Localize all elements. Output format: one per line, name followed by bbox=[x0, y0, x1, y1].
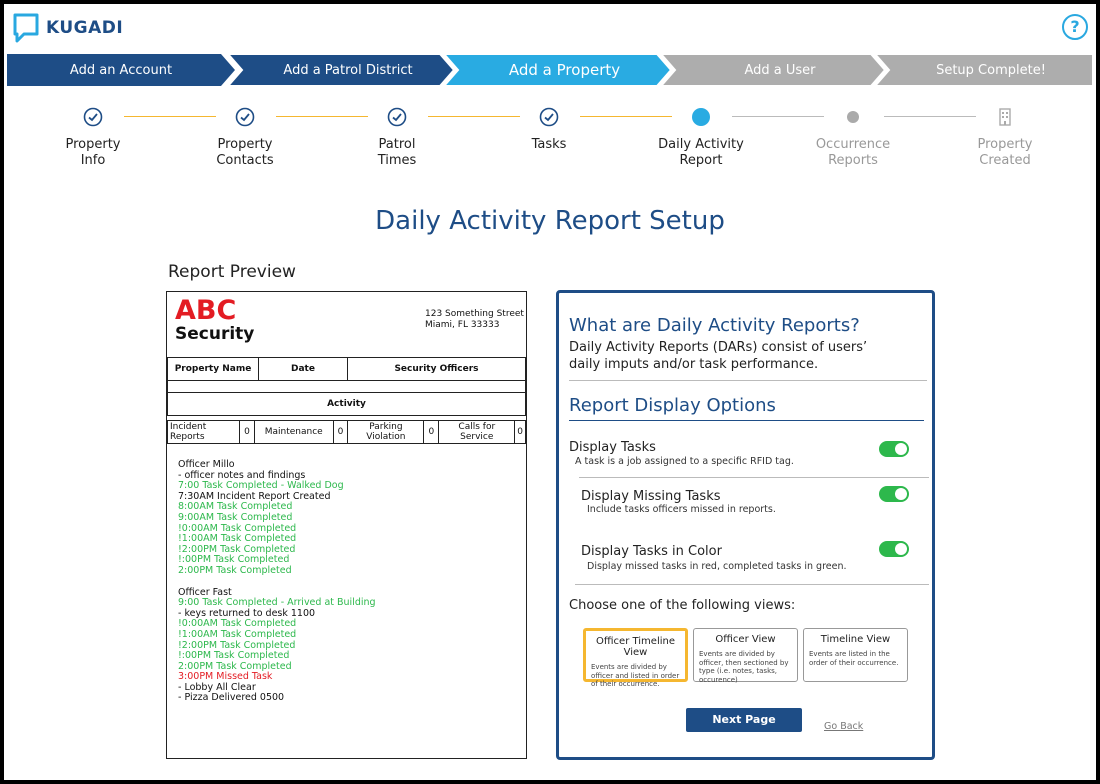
count-value: 0 bbox=[239, 420, 255, 444]
display-color-desc: Display missed tasks in red, completed t… bbox=[587, 561, 847, 572]
company-address: 123 Something Street Miami, FL 33333 bbox=[425, 309, 524, 330]
log-entry: 9:00AM Task Completed bbox=[178, 511, 293, 523]
log-entry: 2:00PM Task Completed bbox=[178, 564, 292, 576]
display-tasks-label: Display Tasks bbox=[569, 440, 656, 455]
check-circle-icon bbox=[387, 107, 407, 127]
activity-counts-table: Incident Reports 0 Maintenance 0 Parking… bbox=[166, 420, 526, 444]
next-page-button[interactable]: Next Page bbox=[686, 708, 802, 732]
view-option-officer[interactable]: Officer View Events are divided by offic… bbox=[693, 628, 798, 684]
log-spacer bbox=[178, 577, 376, 588]
help-icon[interactable]: ? bbox=[1062, 14, 1088, 40]
substep-label: Daily Activity Report bbox=[658, 137, 744, 168]
go-back-link[interactable]: Go Back bbox=[824, 721, 863, 732]
count-label: Maintenance bbox=[253, 420, 334, 444]
logo-abc: ABC bbox=[175, 295, 237, 326]
report-preview: ABC Security 123 Something Street Miami,… bbox=[166, 291, 527, 759]
substep-label: Property Info bbox=[65, 137, 121, 168]
view-option-desc: Events are listed in the order of their … bbox=[809, 650, 899, 667]
wizard-step-add-property[interactable]: Add a Property bbox=[458, 54, 671, 86]
display-color-toggle[interactable] bbox=[879, 541, 909, 557]
view-option-officer-timeline[interactable]: Officer Timeline View Events are divided… bbox=[583, 628, 688, 688]
options-title: Report Display Options bbox=[569, 395, 776, 416]
display-color-label: Display Tasks in Color bbox=[581, 544, 722, 559]
check-circle-icon bbox=[83, 107, 103, 127]
view-option-desc: Events are divided by officer, then sect… bbox=[699, 650, 789, 684]
view-option-title: Officer View bbox=[715, 634, 776, 645]
wizard-progress: Add an Account Add a Patrol District Add… bbox=[7, 54, 1093, 86]
count-label: Parking Violation bbox=[347, 420, 425, 444]
display-missing-toggle[interactable] bbox=[879, 486, 909, 502]
view-option-desc: Events are divided by officer and listed… bbox=[591, 663, 680, 688]
display-missing-desc: Include tasks officers missed in reports… bbox=[587, 504, 776, 515]
view-option-title: Timeline View bbox=[820, 634, 891, 645]
activity-header: Activity bbox=[167, 392, 526, 416]
divider bbox=[579, 477, 929, 478]
logo-security: Security bbox=[175, 324, 255, 344]
page: KUGADI ? Add an Account Add a Patrol Dis… bbox=[4, 4, 1096, 780]
substep-label: Property Created bbox=[977, 137, 1033, 168]
divider bbox=[569, 380, 927, 381]
what-text: Daily Activity Reports (DARs) consist of… bbox=[569, 340, 868, 372]
view-option-title: Officer Timeline View bbox=[596, 636, 675, 658]
substep-label: Occurrence Reports bbox=[815, 137, 891, 168]
app-name: KUGADI bbox=[46, 18, 124, 38]
col-security-officers: Security Officers bbox=[347, 357, 526, 381]
wizard-step-setup-complete[interactable]: Setup Complete! bbox=[889, 54, 1093, 86]
building-icon bbox=[999, 108, 1011, 126]
view-option-timeline[interactable]: Timeline View Events are listed in the o… bbox=[803, 628, 908, 682]
divider bbox=[569, 420, 924, 421]
activity-log: Officer Millo - officer notes and finding… bbox=[178, 459, 376, 704]
wizard-step-add-account[interactable]: Add an Account bbox=[7, 54, 235, 86]
display-tasks-desc: A task is a job assigned to a specific R… bbox=[575, 456, 794, 467]
substep-label: Patrol Times bbox=[377, 137, 417, 168]
count-label: Calls for Service bbox=[438, 420, 516, 444]
check-circle-icon bbox=[539, 107, 559, 127]
log-entry: !1:00AM Task Completed bbox=[178, 628, 297, 640]
report-header-table: Property Name Date Security Officers Act… bbox=[167, 357, 526, 416]
count-value: 0 bbox=[423, 420, 440, 444]
substep-label: Property Contacts bbox=[216, 137, 274, 168]
blank-row bbox=[167, 380, 526, 393]
current-step-dot-icon bbox=[692, 108, 710, 126]
display-tasks-toggle[interactable] bbox=[879, 441, 909, 457]
substep-row: Property Info Property Contacts Patrol T… bbox=[4, 107, 1096, 177]
pending-step-dot-icon bbox=[847, 111, 859, 123]
wizard-step-add-patrol-district[interactable]: Add a Patrol District bbox=[242, 54, 454, 86]
log-entry: - Pizza Delivered 0500 bbox=[178, 692, 285, 704]
app-logo[interactable]: KUGADI bbox=[12, 12, 123, 44]
speech-bubble-icon bbox=[13, 13, 39, 43]
count-value: 0 bbox=[332, 420, 349, 444]
divider bbox=[575, 584, 929, 585]
wizard-step-add-user[interactable]: Add a User bbox=[675, 54, 885, 86]
display-missing-label: Display Missing Tasks bbox=[581, 489, 721, 504]
substep-label: Tasks bbox=[531, 137, 567, 152]
col-property-name: Property Name bbox=[167, 357, 259, 381]
options-panel: What are Daily Activity Reports? Daily A… bbox=[556, 290, 935, 760]
col-date: Date bbox=[258, 357, 348, 381]
check-circle-icon bbox=[235, 107, 255, 127]
what-title: What are Daily Activity Reports? bbox=[569, 315, 860, 336]
count-value: 0 bbox=[514, 420, 526, 444]
page-title: Daily Activity Report Setup bbox=[375, 206, 725, 236]
log-entry: Officer Millo bbox=[178, 459, 235, 470]
preview-title: Report Preview bbox=[168, 262, 296, 282]
count-label: Incident Reports bbox=[166, 420, 241, 444]
choose-view-label: Choose one of the following views: bbox=[569, 598, 796, 613]
